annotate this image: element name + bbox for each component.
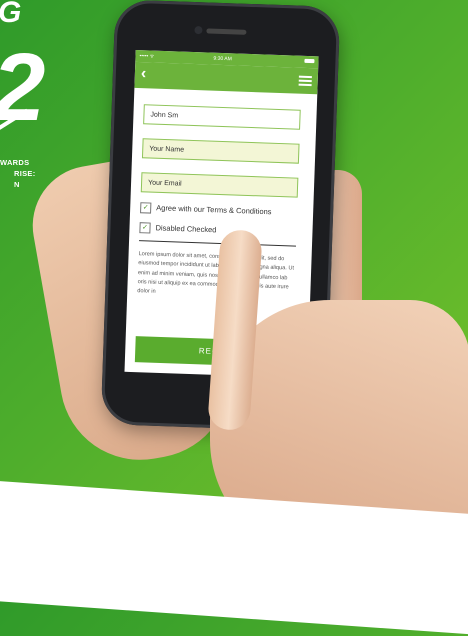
- back-chevron-icon[interactable]: ‹: [141, 65, 147, 83]
- app-navbar: ‹: [134, 61, 319, 95]
- promo-caption-line-3: N: [14, 180, 20, 189]
- email-input[interactable]: Your Email: [140, 172, 299, 198]
- front-camera-icon: [194, 25, 203, 35]
- promo-caption: WARDS RISE: N: [0, 157, 36, 190]
- divider: [139, 240, 296, 247]
- promo-caption-line-1: WARDS: [0, 158, 30, 167]
- checkbox-checked-icon[interactable]: ✓: [140, 202, 152, 214]
- terms-checkbox-row[interactable]: ✓ Agree with our Terms & Conditions: [140, 202, 272, 218]
- name-input-filled[interactable]: John Sm: [143, 104, 301, 130]
- checkbox-checked-icon: ✓: [139, 222, 151, 234]
- phone-speaker: [206, 28, 247, 35]
- battery-icon: [304, 58, 315, 64]
- disabled-checked-label: Disabled Checked: [155, 223, 217, 235]
- hamburger-menu-icon[interactable]: [298, 75, 312, 87]
- your-name-input[interactable]: Your Name: [141, 138, 300, 164]
- promo-caption-line-2: RISE:: [14, 169, 36, 178]
- promo-heading-fragment: G: [0, 0, 22, 29]
- status-time: 9:30 AM: [213, 55, 232, 63]
- disabled-checkbox-row: ✓ Disabled Checked: [139, 222, 217, 236]
- signal-icon: ••••• ᯤ: [139, 53, 155, 60]
- terms-label: Agree with our Terms & Conditions: [156, 203, 272, 217]
